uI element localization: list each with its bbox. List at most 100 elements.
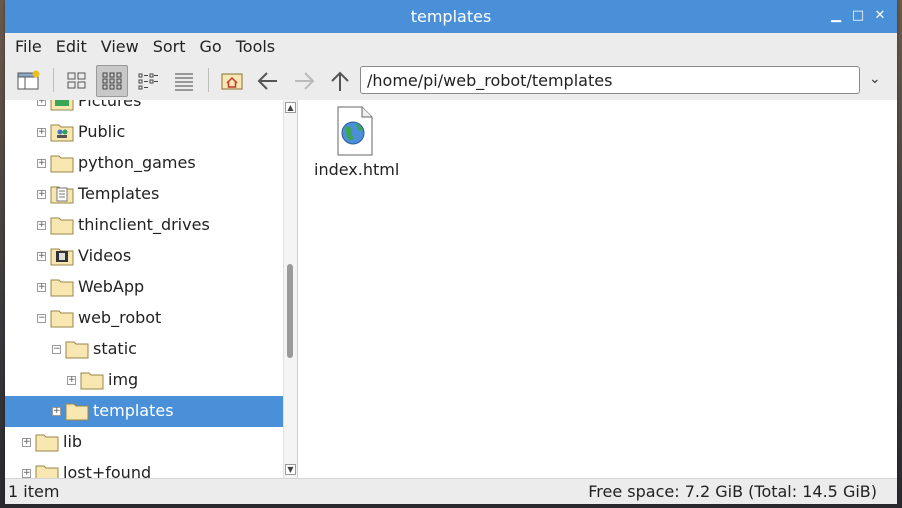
tree-item[interactable]: + lib (5, 427, 283, 458)
tree-item[interactable]: + python_games (5, 148, 283, 179)
expand-icon[interactable]: + (37, 159, 46, 168)
menu-file[interactable]: File (8, 37, 49, 56)
folder-icon (80, 370, 104, 390)
tree-item[interactable]: + Pictures (5, 100, 283, 117)
view-icons-button[interactable] (61, 65, 93, 97)
tree-item-label: Pictures (78, 100, 142, 110)
tree-scrollbar[interactable]: ▲ ▼ (283, 100, 298, 478)
folder-icon (65, 339, 89, 359)
tree-item[interactable]: + thinclient_drives (5, 210, 283, 241)
expand-icon[interactable]: + (52, 407, 61, 416)
tree-item[interactable]: + lost+found (5, 458, 283, 478)
tree-item-label: python_games (78, 153, 196, 172)
menu-go[interactable]: Go (193, 37, 229, 56)
tree-item[interactable]: + Templates (5, 179, 283, 210)
scroll-thumb[interactable] (287, 264, 293, 358)
pictures-folder-icon (50, 100, 74, 111)
expand-icon[interactable]: + (22, 469, 31, 478)
menu-bar: File Edit View Sort Go Tools (5, 33, 897, 59)
html-file-icon (337, 106, 373, 156)
free-space: Free space: 7.2 GiB (Total: 14.5 GiB) (588, 482, 877, 501)
tree-item-label: thinclient_drives (78, 215, 210, 234)
folder-icon (65, 401, 89, 421)
list-view-icon (175, 73, 193, 91)
toolbar-separator (208, 68, 209, 92)
tree-item[interactable]: + Videos (5, 241, 283, 272)
folder-icon (50, 277, 74, 297)
tree-item[interactable]: + img (5, 365, 283, 396)
thumbnail-view-icon (102, 72, 122, 90)
forward-button[interactable] (288, 65, 320, 97)
new-window-icon (17, 70, 40, 90)
item-count: 1 item (8, 482, 60, 501)
file-view[interactable]: index.html (298, 100, 897, 478)
home-icon (221, 73, 243, 90)
tree-item[interactable]: + WebApp (5, 272, 283, 303)
chevron-down-icon[interactable]: ⌄ (869, 71, 881, 87)
expand-icon[interactable]: + (37, 128, 46, 137)
menu-tools[interactable]: Tools (229, 37, 282, 56)
menu-sort[interactable]: Sort (146, 37, 193, 56)
expand-icon[interactable]: + (37, 283, 46, 292)
folder-icon (50, 153, 74, 173)
folder-icon (35, 463, 59, 478)
window-title: templates (410, 7, 492, 26)
expand-icon[interactable]: + (37, 252, 46, 261)
up-arrow-icon (331, 71, 349, 91)
close-icon[interactable]: ✕ (871, 7, 889, 25)
new-window-button[interactable] (13, 65, 45, 97)
tree-item-label: Templates (78, 184, 160, 203)
folder-icon (50, 215, 74, 235)
tree-item[interactable]: − static (5, 334, 283, 365)
tree-item[interactable]: + templates (5, 396, 283, 427)
forward-arrow-icon (295, 72, 315, 90)
collapse-icon[interactable]: − (37, 314, 46, 323)
expand-icon[interactable]: + (22, 438, 31, 447)
videos-folder-icon (50, 246, 74, 266)
public-folder-icon (50, 122, 74, 142)
tree-item[interactable]: − web_robot (5, 303, 283, 334)
tree-item[interactable]: + Public (5, 117, 283, 148)
scroll-up-icon[interactable]: ▲ (285, 102, 296, 113)
location-input[interactable]: /home/pi/web_robot/templates (360, 66, 860, 94)
compact-view-icon (138, 73, 158, 90)
view-list-button[interactable] (168, 65, 200, 97)
toolbar: /home/pi/web_robot/templates ⌄ (5, 59, 897, 101)
tree-item-label: static (93, 339, 137, 358)
tree-item-label: lib (63, 432, 83, 451)
tree-item-label: WebApp (78, 277, 145, 296)
directory-tree[interactable]: + Pictures + Public + python_games + Templates +… (5, 100, 283, 478)
main-area: + Pictures + Public + python_games + Templates +… (5, 100, 897, 478)
toolbar-separator (53, 68, 54, 92)
expand-icon[interactable]: + (67, 376, 76, 385)
home-button[interactable] (216, 65, 248, 97)
expand-icon[interactable]: + (37, 100, 46, 106)
minimize-icon[interactable]: ▁ (827, 7, 845, 25)
status-bar: 1 item Free space: 7.2 GiB (Total: 14.5 … (5, 478, 897, 504)
tree-item-label: Public (78, 122, 126, 141)
collapse-icon[interactable]: − (52, 345, 61, 354)
folder-icon (35, 432, 59, 452)
expand-icon[interactable]: + (37, 221, 46, 230)
file-item[interactable]: index.html (314, 106, 400, 179)
file-name: index.html (314, 160, 400, 179)
back-arrow-icon (257, 72, 277, 90)
tree-item-label: img (108, 370, 139, 389)
tree-item-label: web_robot (78, 308, 162, 327)
view-compact-button[interactable] (132, 65, 164, 97)
menu-edit[interactable]: Edit (49, 37, 94, 56)
tree-item-label: templates (93, 401, 174, 420)
folder-icon (50, 308, 74, 328)
view-thumbnails-button[interactable] (96, 65, 128, 97)
icon-view-icon (67, 72, 86, 89)
tree-item-label: lost+found (63, 463, 152, 478)
back-button[interactable] (252, 65, 284, 97)
expand-icon[interactable]: + (37, 190, 46, 199)
menu-view[interactable]: View (94, 37, 146, 56)
up-button[interactable] (324, 65, 356, 97)
tree-item-label: Videos (78, 246, 132, 265)
file-manager-window: templates ▁ □ ✕ File Edit View Sort Go T… (5, 0, 897, 504)
scroll-down-icon[interactable]: ▼ (285, 464, 296, 475)
maximize-icon[interactable]: □ (849, 7, 867, 25)
title-bar[interactable]: templates ▁ □ ✕ (5, 0, 897, 33)
